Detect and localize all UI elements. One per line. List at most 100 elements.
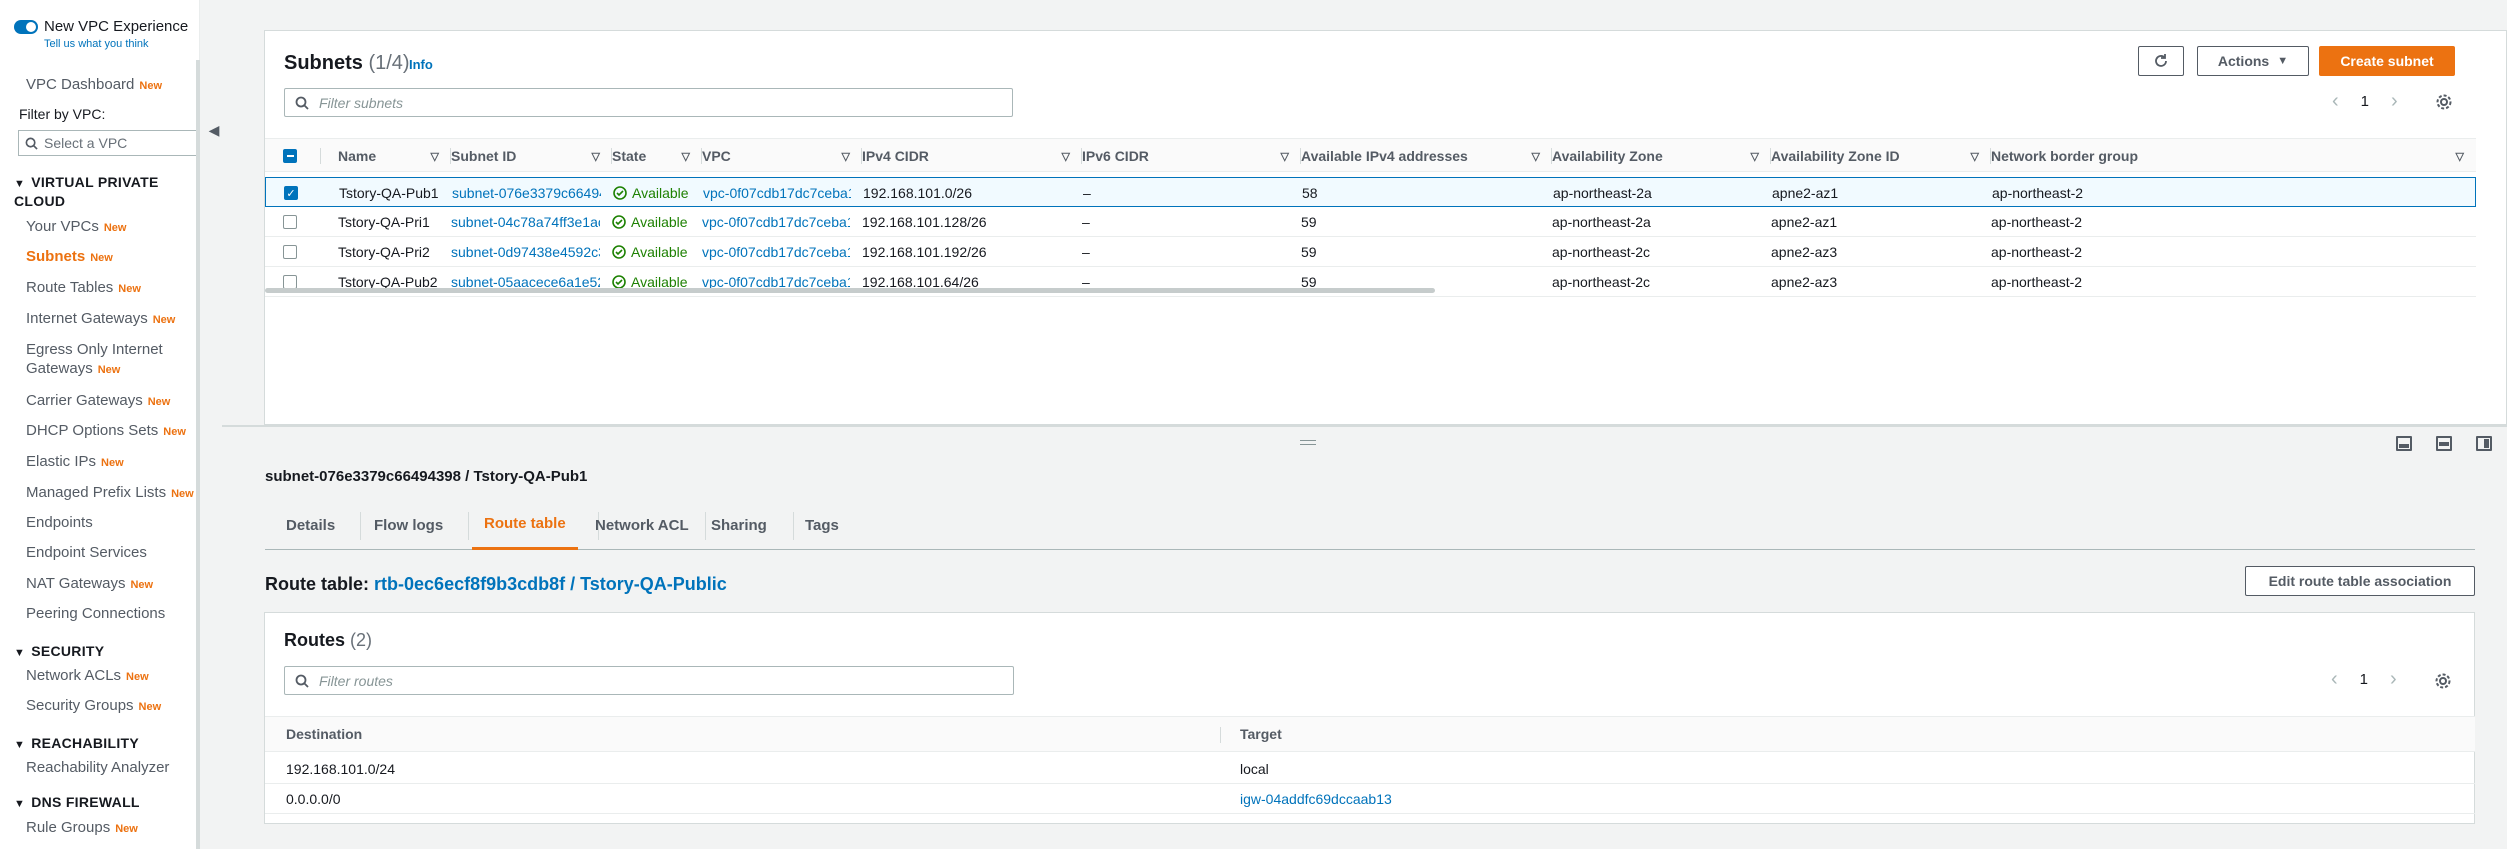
cell-id[interactable]: subnet-04c78a74ff3e1acde — [451, 207, 600, 237]
sidebar-item-network-acls[interactable]: Network ACLs New — [26, 667, 149, 684]
sidebar-item-internet-gateways[interactable]: Internet Gateways New — [26, 310, 175, 327]
sidebar-item-vpc-dashboard[interactable]: VPC Dashboard New — [26, 76, 162, 93]
table-row[interactable]: Tstory-QA-Pri1 subnet-04c78a74ff3e1acde Av… — [265, 207, 2476, 237]
tab-network-acl[interactable]: Network ACL — [595, 500, 689, 550]
sort-caret-icon[interactable]: ▽ — [431, 150, 439, 163]
new-experience-toggle[interactable]: New VPC Experience — [14, 18, 188, 35]
sort-caret-icon[interactable]: ▽ — [1971, 150, 1979, 163]
filter-routes-input[interactable]: Filter routes — [284, 666, 1014, 695]
sort-caret-icon[interactable]: ▽ — [1532, 150, 1540, 163]
tab-sharing[interactable]: Sharing — [711, 500, 767, 550]
caret-down-icon: ▼ — [14, 647, 26, 659]
tab-details[interactable]: Details — [286, 500, 335, 550]
sort-caret-icon[interactable]: ▽ — [2456, 150, 2464, 163]
resize-handle-icon[interactable] — [1300, 440, 1316, 445]
sidebar-item-your-vpcs[interactable]: Your VPCs New — [26, 218, 126, 235]
subnets-table-header: Name ▽ Subnet ID ▽ State ▽ VPC ▽ IPv4 CIDR ▽ IPv6 … — [265, 138, 2476, 172]
table-settings-gear-icon[interactable] — [2434, 92, 2454, 112]
sort-caret-icon[interactable]: ▽ — [1751, 150, 1759, 163]
sidebar-item-reachability-analyzer[interactable]: Reachability Analyzer — [26, 759, 169, 776]
select-all-checkbox[interactable] — [283, 139, 297, 173]
column-label: IPv4 CIDR — [862, 148, 929, 164]
route-table-label: Route table: — [265, 574, 370, 594]
column-header-target[interactable]: Target — [1240, 717, 1282, 751]
create-subnet-button[interactable]: Create subnet — [2319, 46, 2455, 76]
sidebar-item-endpoint-services[interactable]: Endpoint Services — [26, 544, 147, 561]
column-header-network-border-group[interactable]: Network border group ▽ — [1988, 139, 2476, 173]
section-reachability[interactable]: ▼ REACHABILITY — [14, 735, 139, 754]
vpc-filter-select[interactable]: Select a VPC — [18, 130, 200, 156]
sort-caret-icon[interactable]: ▽ — [1062, 150, 1070, 163]
column-header-vpc[interactable]: VPC ▽ — [699, 139, 862, 173]
tab-divider — [705, 512, 706, 540]
layout-bottom-panel-icon[interactable] — [2396, 436, 2412, 451]
column-header-state[interactable]: State ▽ — [609, 139, 702, 173]
sidebar-item-dhcp-options-sets[interactable]: DHCP Options Sets New — [26, 422, 186, 439]
sidebar-item-endpoints[interactable]: Endpoints — [26, 514, 93, 531]
column-header-destination[interactable]: Destination — [286, 717, 362, 751]
column-header-name[interactable]: Name ▽ — [335, 139, 451, 173]
cell-id[interactable]: subnet-0d97438e4592c31b5 — [451, 237, 600, 267]
sidebar-item-route-tables[interactable]: Route Tables New — [26, 279, 141, 296]
sidebar-scrollbar[interactable] — [196, 60, 200, 849]
page-number[interactable]: 1 — [2361, 93, 2369, 110]
sidebar-item-carrier-gateways[interactable]: Carrier Gateways New — [26, 392, 170, 409]
cell-target[interactable]: igw-04addfc69dccaab13 — [1240, 784, 1392, 814]
sidebar-item-elastic-ips[interactable]: Elastic IPs New — [26, 453, 124, 470]
page-number[interactable]: 1 — [2360, 671, 2368, 688]
section-security[interactable]: ▼ SECURITY — [14, 643, 104, 662]
layout-side-panel-icon[interactable] — [2476, 436, 2492, 451]
row-checkbox[interactable] — [283, 207, 297, 237]
prev-page-icon[interactable]: ‹ — [2331, 668, 2338, 691]
sidebar-item-peering-connections[interactable]: Peering Connections — [26, 605, 165, 622]
cell-nbg: ap-northeast-2 — [1991, 214, 2083, 230]
row-checkbox[interactable] — [283, 237, 297, 267]
next-page-icon[interactable]: › — [2391, 90, 2398, 113]
cell-vpc[interactable]: vpc-0f07cdb17dc7ceba1 | Tsto... — [702, 237, 850, 267]
sidebar-item-subnets[interactable]: Subnets New — [26, 248, 113, 265]
sort-caret-icon[interactable]: ▽ — [682, 150, 690, 163]
filter-subnets-input[interactable]: Filter subnets — [284, 88, 1013, 117]
sort-caret-icon[interactable]: ▽ — [592, 150, 600, 163]
cell-vpc[interactable]: vpc-0f07cdb17dc7ceba1 | Tsto... — [702, 207, 850, 237]
sort-caret-icon[interactable]: ▽ — [842, 150, 850, 163]
feedback-link[interactable]: Tell us what you think — [44, 38, 149, 50]
collapse-sidebar-icon[interactable]: ◀ — [206, 115, 222, 145]
cell-vpc[interactable]: vpc-0f07cdb17dc7ceba1 | Tsto... — [703, 178, 851, 208]
column-header-ipv4-cidr[interactable]: IPv4 CIDR ▽ — [859, 139, 1082, 173]
sidebar-item-security-groups[interactable]: Security Groups New — [26, 697, 161, 714]
sidebar-item-rule-groups[interactable]: Rule Groups New — [26, 819, 138, 836]
column-header-subnet-id[interactable]: Subnet ID ▽ — [448, 139, 612, 173]
layout-middle-panel-icon[interactable] — [2436, 436, 2452, 451]
section-dns-firewall[interactable]: ▼ DNS FIREWALL — [14, 794, 140, 813]
tab-route-table[interactable]: Route table — [472, 500, 578, 550]
tab-flow-logs[interactable]: Flow logs — [374, 500, 443, 550]
prev-page-icon[interactable]: ‹ — [2332, 90, 2339, 113]
column-label: Subnet ID — [451, 148, 517, 164]
refresh-button[interactable] — [2138, 46, 2184, 76]
routes-settings-gear-icon[interactable] — [2433, 671, 2453, 691]
sidebar-item-nat-gateways[interactable]: NAT Gateways New — [26, 575, 153, 592]
split-panel-divider[interactable] — [222, 425, 2507, 427]
column-header-availability-zone-id[interactable]: Availability Zone ID ▽ — [1768, 139, 1991, 173]
table-row[interactable]: Tstory-QA-Pri2 subnet-0d97438e4592c31b5 Av… — [265, 237, 2476, 267]
detail-title: subnet-076e3379c66494398 / Tstory-QA-Pub… — [265, 468, 588, 485]
toggle-switch-icon[interactable] — [14, 19, 38, 34]
next-page-icon[interactable]: › — [2390, 668, 2397, 691]
row-checkbox[interactable]: ✓ — [284, 178, 298, 208]
table-row[interactable]: ✓ Tstory-QA-Pub1 subnet-076e3379c66494398 A… — [265, 177, 2476, 207]
info-link[interactable]: Info — [409, 57, 433, 72]
column-header-availability-zone[interactable]: Availability Zone ▽ — [1549, 139, 1771, 173]
sidebar-item-managed-prefix-lists[interactable]: Managed Prefix Lists New — [26, 484, 194, 501]
actions-button[interactable]: Actions ▼ — [2197, 46, 2309, 76]
tab-tags[interactable]: Tags — [805, 500, 839, 550]
table-horizontal-scrollbar[interactable] — [265, 288, 1435, 293]
column-header-available-ipv4-addresses[interactable]: Available IPv4 addresses ▽ — [1298, 139, 1552, 173]
route-table-link[interactable]: rtb-0ec6ecf8f9b3cdb8f / Tstory-QA-Public — [374, 574, 727, 594]
column-header-ipv6-cidr[interactable]: IPv6 CIDR ▽ — [1079, 139, 1301, 173]
cell-id[interactable]: subnet-076e3379c66494398 — [452, 178, 601, 208]
edit-route-table-association-button[interactable]: Edit route table association — [2245, 566, 2475, 596]
sidebar-item-egress-only-internet-gateways[interactable]: Egress Only Internet Gateways New — [26, 340, 186, 380]
sort-caret-icon[interactable]: ▽ — [1281, 150, 1289, 163]
section-virtual-private-cloud[interactable]: ▼ VIRTUAL PRIVATE CLOUD — [14, 174, 184, 210]
